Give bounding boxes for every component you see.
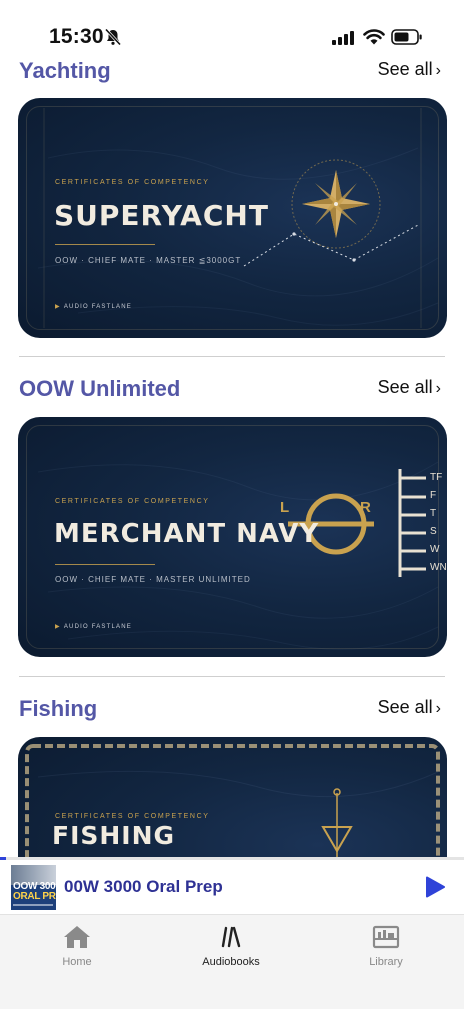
section-title: Fishing xyxy=(19,696,98,721)
library-icon xyxy=(372,925,400,949)
cover-title: SUPERYACHT xyxy=(54,199,269,232)
tab-label: Home xyxy=(62,956,92,968)
load-line-label: S xyxy=(430,526,437,537)
see-all-link[interactable]: See all › xyxy=(378,697,441,718)
see-all-link[interactable]: See all › xyxy=(378,59,441,80)
audiobooks-icon xyxy=(221,926,241,948)
audiobook-cover-superyacht[interactable]: CERTIFICATES OF COMPETENCY SUPERYACHT OO… xyxy=(18,98,447,338)
load-line-letter-left: L xyxy=(280,499,290,516)
load-line-letter-right: R xyxy=(360,499,371,516)
play-triangle-icon: ▶ xyxy=(55,624,61,630)
load-line-label: F xyxy=(430,490,437,501)
see-all-label: See all xyxy=(377,377,433,397)
play-icon[interactable] xyxy=(424,876,446,898)
status-time: 15:30 xyxy=(49,25,104,48)
tab-library[interactable]: Library xyxy=(326,915,446,975)
cover-subtitle: OOW · CHIEF MATE · MASTER UNLIMITED xyxy=(55,575,251,584)
cover-kicker: CERTIFICATES OF COMPETENCY xyxy=(55,179,210,186)
status-bar: 15:30 xyxy=(0,0,464,58)
cover-brand-label: AUDIO FASTLANE xyxy=(63,624,132,630)
tab-label: Library xyxy=(369,956,403,968)
section-title: Yachting xyxy=(19,58,111,83)
now-playing-artwork: OOW 3000 ORAL PREP xyxy=(11,865,56,910)
cover-rule xyxy=(55,564,155,565)
load-line-label: T xyxy=(430,508,437,519)
cellular-signal-icon xyxy=(332,31,354,45)
cover-brand-label: AUDIO FASTLANE xyxy=(63,304,132,310)
cover-brand: ▶ AUDIO FASTLANE xyxy=(55,623,132,630)
section-header-yachting: Yachting See all › xyxy=(19,58,441,90)
see-all-label: See all xyxy=(377,697,433,717)
cover-brand: ▶ AUDIO FASTLANE xyxy=(55,303,132,310)
see-all-label: See all xyxy=(377,59,433,79)
tab-bar: Home Audiobooks Library xyxy=(0,914,464,1009)
home-icon xyxy=(64,926,90,948)
audiobook-cover-merchant-navy[interactable]: L R TF F T S W WN CERTIFICATES OF COMPET… xyxy=(18,417,447,657)
section-title: OOW Unlimited xyxy=(19,376,181,401)
artwork-subtitle-line xyxy=(13,904,53,906)
section-header-fishing: Fishing See all › xyxy=(19,696,441,728)
see-all-link[interactable]: See all › xyxy=(378,377,441,398)
cover-subtitle: OOW · CHIEF MATE · MASTER ≦3000GT xyxy=(55,256,242,265)
cover-rule xyxy=(55,244,155,245)
section-divider xyxy=(19,356,445,357)
play-triangle-icon: ▶ xyxy=(55,304,61,310)
tab-audiobooks[interactable]: Audiobooks xyxy=(171,915,291,975)
chevron-right-icon: › xyxy=(435,380,441,397)
section-divider xyxy=(19,676,445,677)
section-header-oow-unlimited: OOW Unlimited See all › xyxy=(19,376,441,408)
load-line-label: TF xyxy=(430,472,443,483)
wifi-icon xyxy=(363,29,385,45)
bell-slash-icon xyxy=(104,28,122,46)
tab-label: Audiobooks xyxy=(202,956,260,968)
cover-kicker: CERTIFICATES OF COMPETENCY xyxy=(55,813,210,820)
artwork-title-line-2: ORAL PREP xyxy=(13,891,56,902)
mini-player[interactable]: OOW 3000 ORAL PREP 00W 3000 Oral Prep xyxy=(0,860,464,914)
chevron-right-icon: › xyxy=(435,700,441,717)
load-line-label: W xyxy=(430,544,440,555)
now-playing-title[interactable]: 00W 3000 Oral Prep xyxy=(64,877,223,897)
load-line-label: WN xyxy=(430,562,447,573)
chevron-right-icon: › xyxy=(435,62,441,79)
cover-title: FISHING xyxy=(52,821,176,850)
battery-icon xyxy=(391,29,422,45)
cover-kicker: CERTIFICATES OF COMPETENCY xyxy=(55,498,210,505)
tab-home[interactable]: Home xyxy=(17,915,137,975)
cover-title: MERCHANT NAVY xyxy=(54,519,320,549)
